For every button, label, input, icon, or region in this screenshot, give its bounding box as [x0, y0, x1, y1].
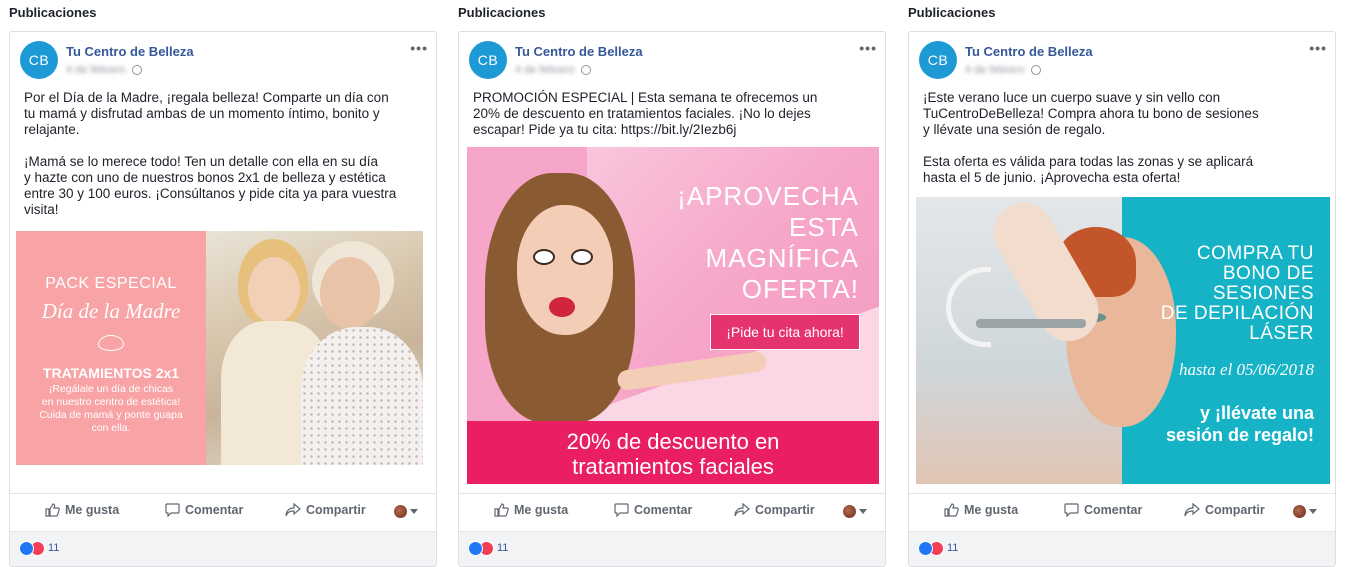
post-actions: Me gusta Comentar Compartir: [459, 493, 885, 528]
section-title: Publicaciones: [908, 5, 996, 20]
comment-icon: [1064, 503, 1079, 517]
post-column-2: Publicaciones CB Tu Centro de Belleza 4 …: [458, 0, 886, 567]
like-button[interactable]: Me gusta: [45, 503, 119, 517]
post-column-3: Publicaciones CB Tu Centro de Belleza 4 …: [908, 0, 1336, 567]
image-gift: y ¡llévate una sesión de regalo!: [1165, 403, 1314, 445]
post-text: PROMOCIÓN ESPECIAL | Esta semana te ofre…: [473, 90, 818, 137]
page-name-link[interactable]: Tu Centro de Belleza: [66, 44, 194, 59]
post-timestamp[interactable]: 4 de febrero: [66, 64, 125, 76]
globe-icon: [581, 65, 591, 75]
post-card: CB Tu Centro de Belleza 4 de febrero •••…: [9, 31, 437, 567]
chevron-down-icon[interactable]: [859, 509, 867, 514]
share-button[interactable]: Compartir: [1184, 503, 1265, 517]
post-image[interactable]: ¡APROVECHA ESTA MAGNÍFICA OFERTA! ¡Pide …: [467, 147, 879, 484]
more-options-icon[interactable]: •••: [1309, 40, 1327, 56]
comment-button[interactable]: Comentar: [165, 503, 243, 517]
section-title: Publicaciones: [9, 5, 97, 20]
like-button[interactable]: Me gusta: [494, 503, 568, 517]
section-title: Publicaciones: [458, 5, 546, 20]
image-headline: COMPRA TU BONO DE SESIONES DE DEPILACIÓN…: [1160, 243, 1314, 344]
image-text-pack: PACK ESPECIAL: [45, 275, 177, 292]
thumbs-up-icon: [494, 503, 509, 517]
comment-button[interactable]: Comentar: [614, 503, 692, 517]
share-icon: [1184, 503, 1200, 517]
like-reaction-icon: [918, 541, 933, 556]
globe-icon: [132, 65, 142, 75]
chevron-down-icon[interactable]: [410, 509, 418, 514]
chevron-down-icon[interactable]: [1309, 509, 1317, 514]
like-button[interactable]: Me gusta: [944, 503, 1018, 517]
post-card: CB Tu Centro de Belleza 4 de febrero •••…: [458, 31, 886, 567]
image-text-offer: TRATAMIENTOS 2x1: [42, 365, 180, 381]
comment-icon: [614, 503, 629, 517]
avatar[interactable]: [394, 505, 407, 518]
post-timestamp[interactable]: 4 de febrero: [515, 64, 574, 76]
more-options-icon[interactable]: •••: [410, 40, 428, 56]
comment-button[interactable]: Comentar: [1064, 503, 1142, 517]
post-text: ¡Este verano luce un cuerpo suave y sin …: [923, 90, 1259, 185]
avatar[interactable]: CB: [469, 41, 507, 79]
image-headline: ¡APROVECHA ESTA MAGNÍFICA OFERTA!: [677, 181, 859, 304]
reaction-count[interactable]: 11: [48, 542, 59, 554]
share-icon: [734, 503, 750, 517]
image-text-title: Día de la Madre: [41, 299, 181, 323]
post-image[interactable]: COMPRA TU BONO DE SESIONES DE DEPILACIÓN…: [916, 197, 1330, 484]
like-reaction-icon: [468, 541, 483, 556]
reaction-count[interactable]: 11: [497, 542, 508, 554]
lotus-icon: [98, 335, 124, 351]
avatar[interactable]: CB: [919, 41, 957, 79]
page-name-link[interactable]: Tu Centro de Belleza: [965, 44, 1093, 59]
post-timestamp[interactable]: 4 de febrero: [965, 64, 1024, 76]
thumbs-up-icon: [45, 503, 60, 517]
post-actions: Me gusta Comentar Compartir: [909, 493, 1335, 528]
comment-icon: [165, 503, 180, 517]
post-text: Por el Día de la Madre, ¡regala belleza!…: [24, 90, 397, 217]
reaction-count[interactable]: 11: [947, 542, 958, 554]
post-image[interactable]: PACK ESPECIAL Día de la Madre TRATAMIENT…: [16, 231, 423, 465]
share-icon: [285, 503, 301, 517]
post-column-1: Publicaciones CB Tu Centro de Belleza 4 …: [9, 0, 437, 567]
reactions-bar[interactable]: 11: [909, 531, 1335, 566]
image-cta: ¡Pide tu cita ahora!: [710, 314, 860, 350]
share-button[interactable]: Compartir: [285, 503, 366, 517]
avatar[interactable]: CB: [20, 41, 58, 79]
globe-icon: [1031, 65, 1041, 75]
avatar[interactable]: [843, 505, 856, 518]
like-reaction-icon: [19, 541, 34, 556]
thumbs-up-icon: [944, 503, 959, 517]
image-banner: 20% de descuento en tratamientos faciale…: [566, 429, 780, 479]
avatar[interactable]: [1293, 505, 1306, 518]
reactions-bar[interactable]: 11: [459, 531, 885, 566]
page-name-link[interactable]: Tu Centro de Belleza: [515, 44, 643, 59]
share-button[interactable]: Compartir: [734, 503, 815, 517]
image-until: hasta el 05/06/2018: [1178, 360, 1314, 379]
post-card: CB Tu Centro de Belleza 4 de febrero •••…: [908, 31, 1336, 567]
image-text-body: ¡Regálale un día de chicas en nuestro ce…: [39, 383, 183, 434]
post-actions: Me gusta Comentar Compartir: [10, 493, 436, 528]
reactions-bar[interactable]: 11: [10, 531, 436, 566]
more-options-icon[interactable]: •••: [859, 40, 877, 56]
